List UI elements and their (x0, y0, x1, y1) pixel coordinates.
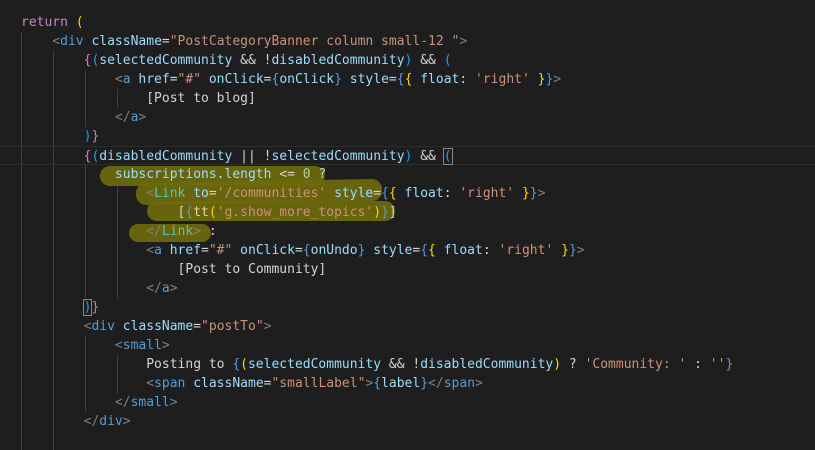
code-line: </a> (114, 110, 147, 125)
code-line: </small> (114, 395, 178, 410)
code-line: [Post to blog] (146, 91, 256, 106)
code-line: <a href="#" onClick={onClick} style={{ f… (114, 72, 562, 87)
code-line: [Post to Community] (177, 262, 327, 277)
code-line: return ( (21, 15, 84, 30)
code-line: )} (82, 299, 100, 316)
code-line: </div> (83, 414, 131, 429)
code-line: </Link> : (146, 224, 217, 239)
code-line: <Link to='/communities' style={{ float: … (146, 186, 546, 201)
code-line: <div className="PostCategoryBanner colum… (52, 34, 468, 49)
code-line: <span className="smallLabel">{label}</sp… (146, 376, 483, 391)
code-line: <a href="#" onClick={onUndo} style={{ fl… (146, 243, 585, 258)
code-line-current: {(disabledCommunity || !selectedCommunit… (0, 146, 815, 165)
code-line: <small> (114, 338, 170, 353)
code-line: subscriptions.length <= 0 ? (114, 167, 327, 182)
code-line: <div className="postTo"> (83, 319, 272, 334)
code-line: )} (83, 129, 100, 144)
code-editor[interactable]: return ( <div className="PostCategoryBan… (0, 0, 815, 450)
code-line: [{tt('g.show_more_topics')}] (177, 205, 397, 220)
code-line: Posting to {(selectedCommunity && !disab… (146, 357, 734, 372)
code-line: </a> (146, 281, 178, 296)
code-line: {(selectedCommunity && !disabledCommunit… (83, 53, 452, 68)
